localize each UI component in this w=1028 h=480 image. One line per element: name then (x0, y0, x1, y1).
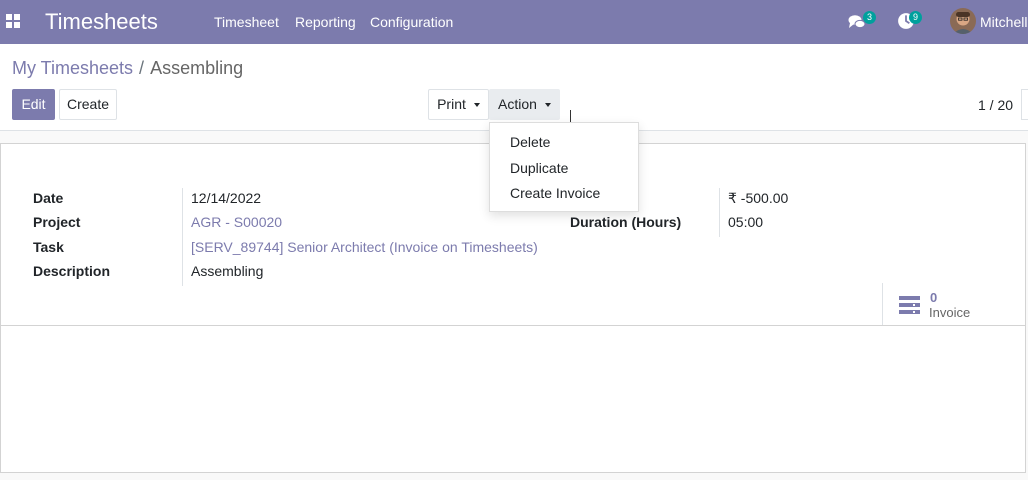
control-panel: My Timesheets / Assembling Edit Create Pri… (0, 44, 1028, 131)
invoice-count: 0 (930, 290, 938, 305)
user-name[interactable]: Mitchell (980, 14, 1027, 30)
label-column-divider (182, 188, 183, 286)
app-title[interactable]: Timesheets (45, 9, 158, 35)
menu-item-create-invoice[interactable]: Create Invoice (510, 185, 600, 201)
breadcrumb-separator: / (139, 58, 145, 78)
invoice-list-icon (899, 296, 920, 314)
user-avatar[interactable] (950, 8, 976, 34)
print-label: Print (437, 96, 466, 112)
breadcrumb-parent-link[interactable]: My Timesheets (12, 58, 133, 78)
action-dropdown-button[interactable]: Action (489, 89, 560, 120)
text-cursor (570, 110, 571, 122)
menu-item-delete[interactable]: Delete (510, 134, 550, 150)
pager-value[interactable]: 1 / 20 (978, 97, 1013, 113)
print-dropdown-button[interactable]: Print (428, 89, 489, 120)
menu-reporting[interactable]: Reporting (295, 14, 356, 30)
date-field[interactable]: 12/14/2022 (191, 190, 261, 206)
activities-count-badge: 9 (909, 11, 922, 24)
pager-previous-button[interactable] (1021, 89, 1028, 120)
right-label-column-divider (719, 188, 720, 237)
project-label: Project (33, 214, 81, 230)
task-field-link[interactable]: [SERV_89744] Senior Architect (Invoice o… (191, 239, 538, 255)
menu-item-duplicate[interactable]: Duplicate (510, 160, 568, 176)
project-field-link[interactable]: AGR - S00020 (191, 214, 282, 230)
amount-field[interactable]: ₹ -500.00 (728, 190, 788, 207)
top-navbar: Timesheets Timesheet Reporting Configura… (0, 0, 1028, 44)
chatter-area (0, 326, 1026, 473)
menu-timesheet[interactable]: Timesheet (214, 14, 279, 30)
action-label: Action (498, 96, 537, 112)
caret-down-icon (544, 103, 551, 108)
invoice-smart-button[interactable]: 0 Invoice (882, 283, 992, 325)
description-field[interactable]: Assembling (191, 263, 263, 279)
date-label: Date (33, 190, 64, 206)
create-button[interactable]: Create (59, 89, 117, 120)
task-label: Task (33, 239, 64, 255)
description-label: Description (33, 263, 111, 279)
edit-button[interactable]: Edit (12, 89, 55, 120)
apps-grid-icon[interactable] (6, 14, 20, 28)
invoice-label: Invoice (929, 305, 971, 320)
duration-field[interactable]: 05:00 (728, 214, 763, 230)
caret-down-icon (473, 103, 480, 108)
action-dropdown-menu: Delete Duplicate Create Invoice (489, 122, 639, 212)
breadcrumb-current: Assembling (150, 58, 244, 78)
breadcrumb: My Timesheets / Assembling (12, 58, 243, 79)
duration-label: Duration (Hours) (570, 214, 682, 230)
messages-count-badge: 3 (863, 11, 876, 24)
menu-configuration[interactable]: Configuration (370, 14, 453, 30)
